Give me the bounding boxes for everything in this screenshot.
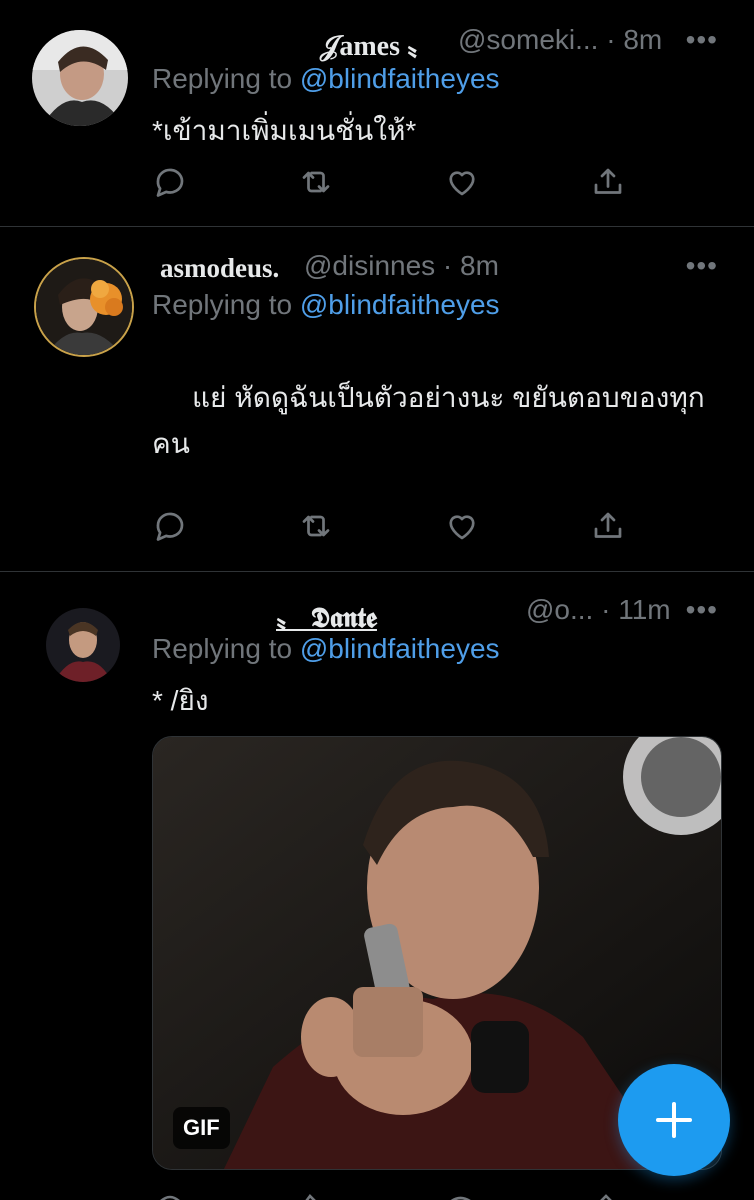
share-icon[interactable] xyxy=(590,508,630,548)
display-name[interactable]: 𝒥ames 〟 xyxy=(320,24,435,64)
handle-time[interactable]: @disinnes · 8m xyxy=(304,250,499,282)
retweet-icon[interactable] xyxy=(298,508,338,548)
tweet-text: * /ยิง xyxy=(152,685,209,716)
plus-icon xyxy=(656,1102,692,1138)
tweet-text-line: คน xyxy=(152,428,190,459)
avatar[interactable] xyxy=(46,608,120,682)
replying-to: Replying to @blindfaitheyes xyxy=(152,633,500,665)
like-icon[interactable] xyxy=(444,508,484,548)
tweet-2[interactable]: asmodeus. @disinnes · 8m ••• Replying to… xyxy=(0,227,754,571)
gif-badge: GIF xyxy=(173,1107,230,1149)
handle-time[interactable]: @o... · 11m xyxy=(526,594,671,626)
replying-to: Replying to @blindfaitheyes xyxy=(152,289,500,321)
like-icon[interactable] xyxy=(444,164,484,204)
avatar[interactable] xyxy=(32,30,128,126)
mention-link[interactable]: @blindfaitheyes xyxy=(300,289,500,320)
display-name[interactable]: 〟 𝕯𝖆𝖓𝖙𝖊 xyxy=(276,596,377,636)
tweet-text-line: แย่ หัดดูฉันเป็นตัวอย่างนะ ขยันตอบของทุก xyxy=(192,382,705,413)
mention-link[interactable]: @blindfaitheyes xyxy=(300,63,500,94)
action-bar xyxy=(152,508,652,548)
replying-prefix: Replying to xyxy=(152,63,293,94)
more-horizontal-icon[interactable]: ••• xyxy=(686,24,718,56)
handle-time[interactable]: @someki... · 8m xyxy=(458,24,662,56)
action-bar xyxy=(152,164,652,204)
tweet-text: แย่ หัดดูฉันเป็นตัวอย่างนะ ขยันตอบของทุก… xyxy=(152,375,732,467)
reply-icon[interactable] xyxy=(152,164,192,204)
more-horizontal-icon[interactable]: ••• xyxy=(686,594,718,626)
tweet-header: asmodeus. @disinnes · 8m ••• xyxy=(152,250,754,290)
tweet-header: 〟 𝕯𝖆𝖓𝖙𝖊 @o... · 11m ••• xyxy=(152,594,754,634)
replying-prefix: Replying to xyxy=(152,289,293,320)
tweet-text: *เข้ามาเพิ่มเมนชั่นให้* xyxy=(152,115,417,146)
mention-link[interactable]: @blindfaitheyes xyxy=(300,633,500,664)
compose-tweet-button[interactable] xyxy=(618,1064,730,1176)
display-name[interactable]: asmodeus. xyxy=(160,253,279,284)
reply-icon[interactable] xyxy=(152,508,192,548)
avatar[interactable] xyxy=(34,257,134,357)
reply-icon xyxy=(160,1194,612,1200)
action-bar-partial xyxy=(152,1188,652,1200)
retweet-icon[interactable] xyxy=(298,164,338,204)
replying-to: Replying to @blindfaitheyes xyxy=(152,63,500,95)
replying-prefix: Replying to xyxy=(152,633,293,664)
share-icon[interactable] xyxy=(590,164,630,204)
more-horizontal-icon[interactable]: ••• xyxy=(686,250,718,282)
tweet-1[interactable]: 𝒥ames 〟 @someki... · 8m ••• Replying to … xyxy=(0,0,754,226)
tweet-header: 𝒥ames 〟 @someki... · 8m ••• xyxy=(152,24,754,64)
